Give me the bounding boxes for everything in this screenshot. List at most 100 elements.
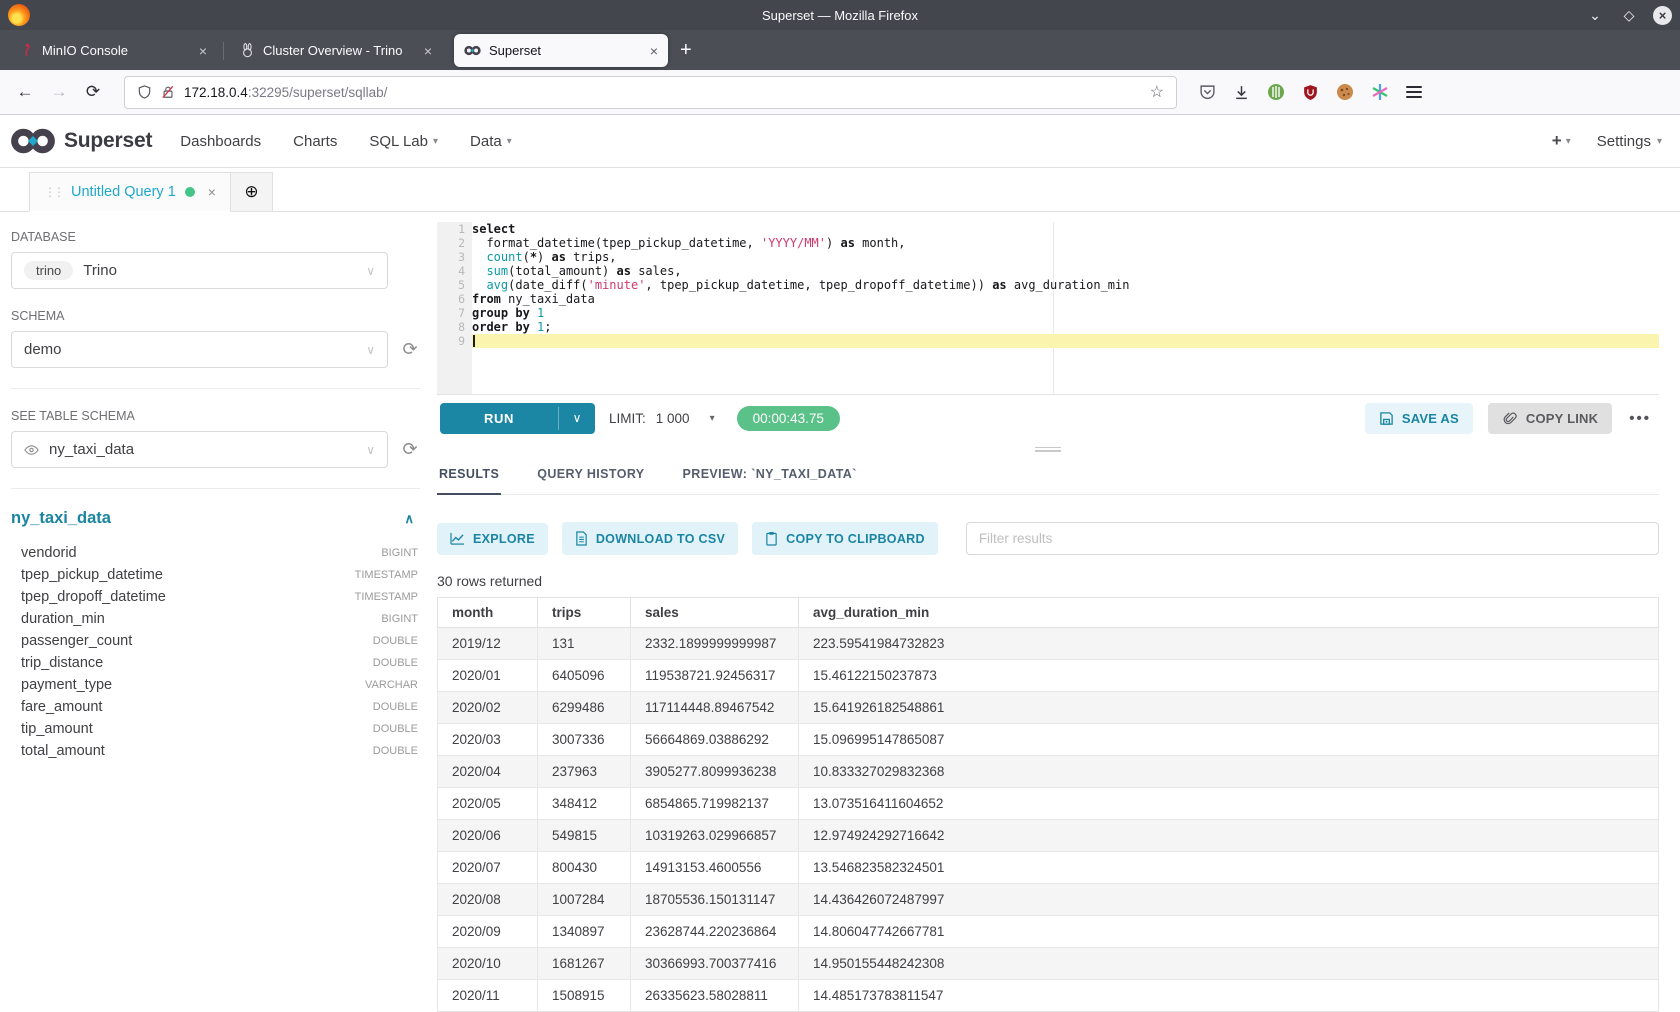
table-cell: 14913153.4600556 [631,852,799,884]
superset-brand[interactable]: Superset [10,127,152,155]
line-number: 9 [437,334,472,348]
table-cell: 1681267 [538,948,631,980]
table-row[interactable]: 2020/09134089723628744.22023686414.80604… [438,916,1659,948]
nav-dashboards[interactable]: Dashboards [180,133,261,150]
table-row[interactable]: 2020/042379633905277.809993623810.833327… [438,756,1659,788]
editor-toolbar: RUN ∨ LIMIT: 1 000 ▾ 00:00:43.75 [437,394,1659,442]
database-select[interactable]: trino Trino ∨ [11,252,388,289]
table-row[interactable]: 2020/10168126730366993.70037741614.95015… [438,948,1659,980]
nav-data[interactable]: Data▾ [470,133,512,150]
save-as-button[interactable]: SAVE AS [1365,403,1473,434]
table-row[interactable]: 2020/0654981510319263.02996685712.974924… [438,820,1659,852]
tab-results[interactable]: RESULTS [437,457,501,495]
table-name-heading[interactable]: ny_taxi_data [11,509,111,528]
refresh-schemas-icon[interactable]: ⟳ [400,339,420,360]
chevron-down-icon: ∨ [366,443,375,457]
column-name: payment_type [21,677,112,693]
column-type: DOUBLE [373,745,418,757]
query-tab-active[interactable]: ⋮⋮ Untitled Query 1 × [29,172,231,212]
table-cell: 223.59541984732823 [799,628,1659,660]
table-row[interactable]: 2020/053484126854865.71998213713.0735164… [438,788,1659,820]
column-row[interactable]: payment_typeVARCHAR [11,674,420,696]
table-row[interactable]: 2020/016405096119538721.9245631715.46122… [438,660,1659,692]
privacy-badger-icon[interactable] [1267,83,1285,101]
run-button[interactable]: RUN ∨ [440,403,595,434]
editor-code[interactable]: select format_datetime(tpep_pickup_datet… [472,222,1659,394]
table-row[interactable]: 2020/0780043014913153.460055613.54682358… [438,852,1659,884]
limit-control[interactable]: LIMIT: 1 000 ▾ [609,411,715,426]
new-tab-button[interactable]: + [680,39,692,62]
browser-tab-trino[interactable]: Cluster Overview - Trino × [230,34,442,67]
back-button[interactable]: ← [8,82,42,102]
table-header-cell: avg_duration_min [799,598,1659,628]
table-row[interactable]: 2019/121312332.1899999999987223.59541984… [438,628,1659,660]
column-row[interactable]: trip_distanceDOUBLE [11,652,420,674]
insecure-lock-icon[interactable] [161,84,175,100]
menu-hamburger-icon[interactable] [1406,83,1422,101]
table-row[interactable]: 2020/03300733656664869.0388629215.096995… [438,724,1659,756]
window-close-button[interactable]: × [1653,6,1672,25]
tab-preview-table[interactable]: PREVIEW: `NY_TAXI_DATA` [681,457,859,494]
table-cell: 117114448.89467542 [631,692,799,724]
chart-line-icon [450,532,465,545]
copy-clipboard-button[interactable]: COPY TO CLIPBOARD [752,522,938,555]
cookie-icon[interactable] [1336,83,1354,101]
tab-close-icon[interactable]: × [424,43,432,59]
table-header-cell: sales [631,598,799,628]
column-row[interactable]: total_amount DOUBLE [11,740,420,762]
table-row[interactable]: 2020/08100728418705536.15013114714.43642… [438,884,1659,916]
pane-splitter[interactable] [437,442,1659,457]
downloads-icon[interactable] [1233,84,1250,101]
tracking-shield-icon[interactable] [137,84,152,100]
tab-query-history[interactable]: QUERY HISTORY [535,457,646,494]
table-cell: 14.950155448242308 [799,948,1659,980]
filter-results-input[interactable] [966,522,1659,555]
column-row[interactable]: duration_minBIGINT [11,608,420,630]
collapse-chevron-icon[interactable]: ∧ [404,511,414,527]
table-select[interactable]: ny_taxi_data ∨ [11,431,388,468]
close-icon[interactable]: × [208,184,216,200]
line-number: 4 [437,264,472,278]
nav-sql-lab[interactable]: SQL Lab▾ [369,133,438,150]
sql-editor[interactable]: 123456789 select format_datetime(tpep_pi… [437,222,1659,394]
refresh-tables-icon[interactable]: ⟳ [400,439,420,460]
column-row[interactable]: tip_amountDOUBLE [11,718,420,740]
settings-menu[interactable]: Settings ▾ [1597,133,1662,150]
splitter-grip-icon[interactable] [1035,445,1061,454]
new-item-button[interactable]: + ▾ [1552,131,1571,151]
drag-handle-icon[interactable]: ⋮⋮ [44,185,62,199]
nav-charts[interactable]: Charts [293,133,337,150]
browser-tab-minio[interactable]: MinIO Console × [9,34,217,67]
copy-link-button[interactable]: COPY LINK [1488,403,1612,434]
column-row[interactable]: fare_amountDOUBLE [11,696,420,718]
browser-tab-superset[interactable]: Superset × [454,34,668,67]
reload-button[interactable]: ⟳ [76,82,110,102]
code-line: order by 1; [472,320,1659,334]
pocket-icon[interactable] [1199,84,1216,101]
bookmark-star-icon[interactable]: ☆ [1150,82,1164,102]
window-minimize-button[interactable]: ⌄ [1585,7,1605,24]
column-row[interactable]: vendoridBIGINT [11,542,420,564]
tab-close-icon[interactable]: × [199,43,207,59]
schema-select[interactable]: demo ∨ [11,331,388,368]
run-options-chevron-icon[interactable]: ∨ [559,403,595,434]
containers-asterisk-icon[interactable] [1371,83,1389,101]
table-row[interactable]: 2020/026299486117114448.8946754215.64192… [438,692,1659,724]
code-line: group by 1 [472,306,1659,320]
explore-button[interactable]: EXPLORE [437,523,548,555]
column-row[interactable]: tpep_dropoff_datetimeTIMESTAMP [11,586,420,608]
column-row[interactable]: passenger_countDOUBLE [11,630,420,652]
url-bar[interactable]: 172.18.0.4:32295/superset/sqllab/ ☆ [124,76,1177,109]
column-type: TIMESTAMP [355,591,418,603]
more-actions-button[interactable]: ••• [1629,410,1651,427]
new-query-tab-button[interactable]: ⊕ [231,172,273,212]
forward-button[interactable]: → [42,82,76,102]
download-csv-button[interactable]: DOWNLOAD TO CSV [562,522,738,555]
window-maximize-button[interactable]: ◇ [1619,7,1639,24]
table-row[interactable]: 2020/11150891526335623.5802881114.485173… [438,980,1659,1012]
column-name: total_amount [21,743,105,759]
ublock-icon[interactable] [1302,84,1319,101]
column-row[interactable]: tpep_pickup_datetimeTIMESTAMP [11,564,420,586]
plus-icon: + [1552,131,1562,151]
tab-close-icon[interactable]: × [650,43,658,59]
